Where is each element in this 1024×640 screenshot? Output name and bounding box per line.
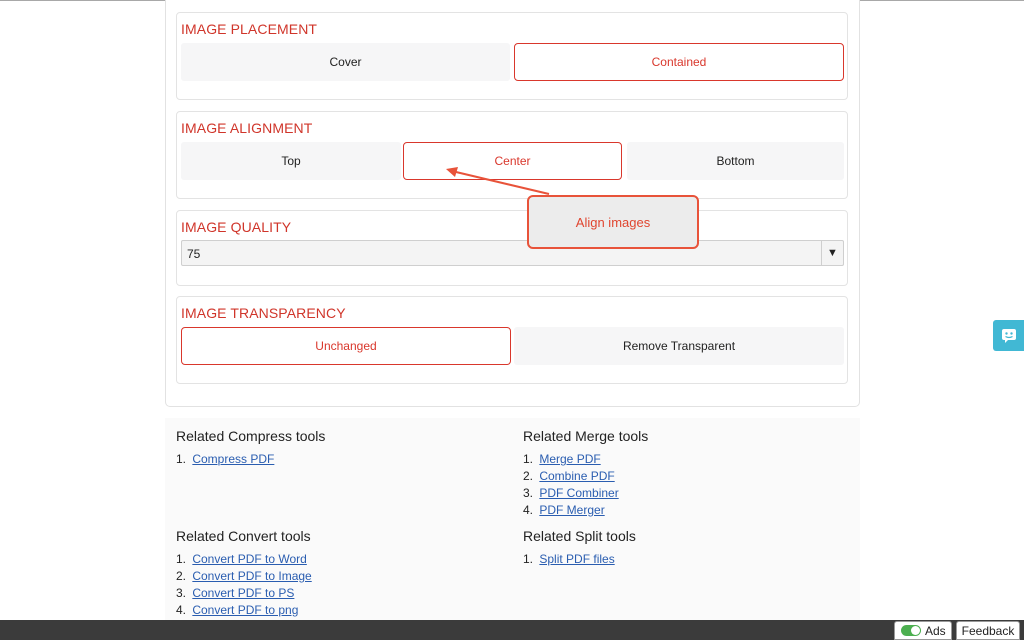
quality-select[interactable]: 75 ▼ bbox=[181, 240, 844, 266]
related-compress-group: Related Compress tools 1. Compress PDF bbox=[176, 428, 325, 468]
convert-pdf-to-png-link[interactable]: Convert PDF to png bbox=[192, 603, 298, 617]
align-images-callout: Align images bbox=[527, 195, 699, 249]
merge-pdf-link[interactable]: Merge PDF bbox=[539, 452, 600, 466]
related-convert-title: Related Convert tools bbox=[176, 528, 311, 544]
image-alignment-title: IMAGE ALIGNMENT bbox=[181, 120, 313, 136]
image-alignment-section: IMAGE ALIGNMENT Top Center Bottom bbox=[176, 111, 848, 199]
feedback-button[interactable]: Feedback bbox=[956, 621, 1020, 640]
list-item: 1. Convert PDF to Word bbox=[176, 552, 307, 566]
chevron-down-icon[interactable]: ▼ bbox=[821, 241, 843, 265]
pdf-merger-link[interactable]: PDF Merger bbox=[539, 503, 604, 517]
list-item: 1. Compress PDF bbox=[176, 452, 275, 466]
ads-label: Ads bbox=[925, 623, 946, 638]
related-split-title: Related Split tools bbox=[523, 528, 636, 544]
list-item: 1. Split PDF files bbox=[523, 552, 615, 566]
related-split-group: Related Split tools 1. Split PDF files bbox=[523, 528, 636, 568]
combine-pdf-link[interactable]: Combine PDF bbox=[539, 469, 614, 483]
related-merge-group: Related Merge tools 1. Merge PDF 2. Comb… bbox=[523, 428, 648, 519]
chat-button[interactable] bbox=[993, 320, 1024, 351]
image-placement-section: IMAGE PLACEMENT Cover Contained bbox=[176, 12, 848, 100]
alignment-center-button[interactable]: Center bbox=[403, 142, 622, 180]
convert-pdf-to-ps-link[interactable]: Convert PDF to PS bbox=[192, 586, 294, 600]
related-compress-list: 1. Compress PDF bbox=[176, 451, 325, 468]
toggle-switch-icon[interactable] bbox=[901, 625, 921, 636]
pdf-combiner-link[interactable]: PDF Combiner bbox=[539, 486, 618, 500]
convert-pdf-to-word-link[interactable]: Convert PDF to Word bbox=[192, 552, 306, 566]
bottom-bar bbox=[0, 620, 1024, 640]
image-quality-title: IMAGE QUALITY bbox=[181, 219, 292, 235]
compress-pdf-link[interactable]: Compress PDF bbox=[192, 452, 274, 466]
related-merge-list: 1. Merge PDF 2. Combine PDF 3. PDF Combi… bbox=[523, 451, 648, 519]
list-item: 3. PDF Combiner bbox=[523, 486, 619, 500]
image-placement-title: IMAGE PLACEMENT bbox=[181, 21, 318, 37]
convert-pdf-to-image-link[interactable]: Convert PDF to Image bbox=[192, 569, 311, 583]
placement-contained-button[interactable]: Contained bbox=[514, 43, 844, 81]
transparency-unchanged-button[interactable]: Unchanged bbox=[181, 327, 511, 365]
image-quality-section: IMAGE QUALITY 75 ▼ bbox=[176, 210, 848, 286]
related-merge-title: Related Merge tools bbox=[523, 428, 649, 444]
chat-icon bbox=[1001, 328, 1016, 343]
list-item: 4. PDF Merger bbox=[523, 503, 605, 517]
list-item: 3. Convert PDF to PS bbox=[176, 586, 295, 600]
list-item: 1. Merge PDF bbox=[523, 452, 601, 466]
related-convert-group: Related Convert tools 1. Convert PDF to … bbox=[176, 528, 312, 619]
image-transparency-section: IMAGE TRANSPARENCY Unchanged Remove Tran… bbox=[176, 296, 848, 384]
transparency-remove-button[interactable]: Remove Transparent bbox=[514, 327, 844, 365]
related-split-list: 1. Split PDF files bbox=[523, 551, 636, 568]
split-pdf-files-link[interactable]: Split PDF files bbox=[539, 552, 614, 566]
list-item: 2. Convert PDF to Image bbox=[176, 569, 312, 583]
related-compress-title: Related Compress tools bbox=[176, 428, 326, 444]
ads-toggle-button[interactable]: Ads bbox=[894, 621, 952, 640]
image-transparency-title: IMAGE TRANSPARENCY bbox=[181, 305, 346, 321]
related-convert-list: 1. Convert PDF to Word 2. Convert PDF to… bbox=[176, 551, 312, 619]
list-item: 2. Combine PDF bbox=[523, 469, 615, 483]
placement-cover-button[interactable]: Cover bbox=[181, 43, 510, 81]
quality-select-value: 75 bbox=[187, 247, 201, 261]
alignment-bottom-button[interactable]: Bottom bbox=[627, 142, 844, 180]
alignment-top-button[interactable]: Top bbox=[181, 142, 401, 180]
list-item: 4. Convert PDF to png bbox=[176, 603, 299, 617]
